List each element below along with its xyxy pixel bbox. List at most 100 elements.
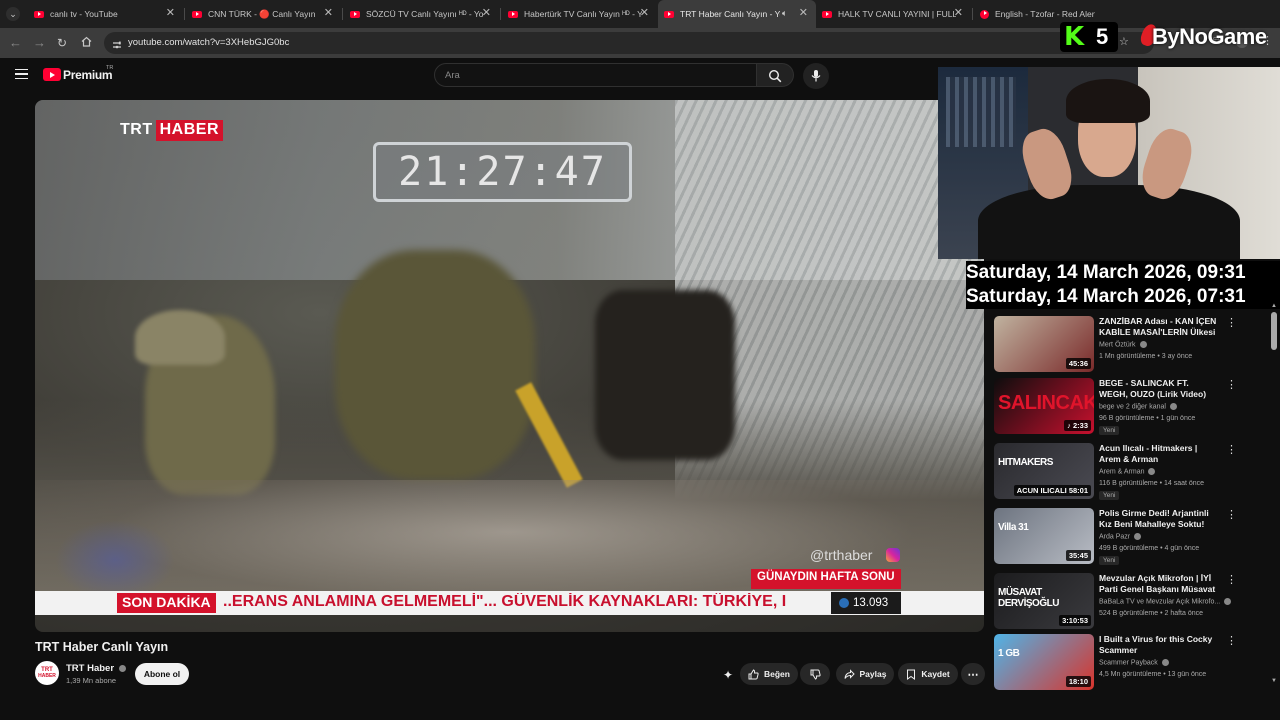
video-title: TRT Haber Canlı Yayın bbox=[35, 640, 169, 654]
search-button[interactable] bbox=[757, 63, 794, 87]
recommended-channel[interactable]: Mert Öztürk bbox=[1099, 341, 1147, 348]
recommended-video[interactable]: Villa 31 35:45 Polis Girme Dedi! Arjantinl… bbox=[994, 508, 1274, 568]
close-tab-icon[interactable]: ✕ bbox=[166, 8, 175, 19]
recommended-video-meta: 524 B görüntüleme • 2 hafta önce bbox=[1099, 610, 1204, 617]
video-thumbnail[interactable]: Villa 31 35:45 bbox=[994, 508, 1094, 564]
recommended-channel[interactable]: Arem & Arman bbox=[1099, 468, 1156, 475]
like-label: Beğen bbox=[764, 669, 790, 679]
more-actions-button[interactable]: ⋯ bbox=[961, 663, 985, 685]
browser-tab[interactable]: SÖZCÜ TV Canlı Yayını ᴴᴰ - You ✕ bbox=[344, 0, 499, 28]
recommended-video-title[interactable]: Mevzular Açık Mikrofon | İYİ Parti Genel… bbox=[1099, 573, 1217, 596]
verified-icon bbox=[1148, 468, 1156, 475]
video-player[interactable]: TRT HABER 21:27:47 @trthaber GÜNAYDIN HA… bbox=[35, 100, 984, 632]
forward-icon[interactable]: → bbox=[33, 35, 46, 51]
ticker-text: ..ERANS ANLAMINA GELMEMELİ"... GÜVENLİK … bbox=[223, 593, 787, 610]
browser-tab[interactable]: Habertürk TV Canlı Yayın ᴴᴰ - Yo ✕ bbox=[502, 0, 657, 28]
recommended-channel[interactable]: Scammer Payback bbox=[1099, 659, 1169, 666]
recommended-channel[interactable]: bege ve 2 diğer kanal bbox=[1099, 403, 1177, 410]
recommended-channel[interactable]: BaBaLa TV ve Mevzular Açık Mikrofo... bbox=[1099, 598, 1232, 605]
webcam-city-lights bbox=[946, 77, 1016, 147]
back-icon[interactable]: ← bbox=[9, 35, 22, 51]
search-icon bbox=[768, 69, 782, 83]
viewer-count-text: 13.093 bbox=[853, 597, 889, 609]
tab-separator bbox=[500, 8, 501, 20]
close-tab-icon[interactable]: ✕ bbox=[482, 8, 491, 19]
thumbs-down-icon bbox=[810, 669, 821, 680]
tab-separator bbox=[342, 8, 343, 20]
browser-tab[interactable]: canlı tv - YouTube ✕ bbox=[28, 0, 183, 28]
scroll-up-icon[interactable]: ▲ bbox=[1271, 303, 1277, 309]
recommended-video-title[interactable]: ZANZİBAR Adası - KAN İÇEN KABİLE MASAİ'L… bbox=[1099, 316, 1217, 339]
red-alert-favicon-icon bbox=[980, 9, 989, 19]
youtube-favicon-icon bbox=[350, 10, 360, 18]
recommended-video-title[interactable]: I Built a Virus for this Cocky Scammer bbox=[1099, 634, 1217, 656]
tab-title: CNN TÜRK - 🔴 Canlı Yayın bbox=[208, 8, 316, 19]
site-info-icon[interactable] bbox=[112, 37, 122, 55]
new-badge: Yeni bbox=[1099, 426, 1120, 435]
close-tab-icon[interactable]: ✕ bbox=[799, 8, 808, 19]
stream-datetime-overlay: Saturday, 14 March 2026, 09:31 Saturday,… bbox=[966, 261, 1280, 309]
reload-icon[interactable]: ↻ bbox=[57, 35, 67, 51]
video-thumbnail[interactable]: 45:36 bbox=[994, 316, 1094, 372]
search-input[interactable]: Ara bbox=[434, 63, 757, 87]
close-tab-icon[interactable]: ✕ bbox=[954, 8, 963, 19]
recommended-video[interactable]: HITMAKERS ACUN ILICALI 58:01 Acun Ilıcalı … bbox=[994, 443, 1274, 503]
recommended-video[interactable]: 1 GB 18:10 I Built a Virus for this Cocky … bbox=[994, 634, 1274, 694]
dislike-button[interactable] bbox=[800, 663, 830, 685]
datetime-line-1: Saturday, 14 March 2026, 09:31 bbox=[966, 262, 1246, 283]
youtube-logo-text[interactable]: Premium bbox=[63, 68, 113, 82]
tab-title: Habertürk TV Canlı Yayın ᴴᴰ - Yo bbox=[524, 9, 642, 19]
more-options-icon[interactable]: ⋮ bbox=[1226, 316, 1237, 329]
ai-sparkle-icon[interactable]: ✦ bbox=[723, 668, 733, 682]
tab-list-dropdown-icon[interactable]: ⌄ bbox=[6, 7, 20, 21]
scrollbar-thumb[interactable] bbox=[1271, 312, 1277, 350]
subscriber-count: 1,39 Mn abone bbox=[66, 676, 117, 685]
browser-tab[interactable]: CNN TÜRK - 🔴 Canlı Yayın ✕ bbox=[186, 0, 341, 28]
recommended-video[interactable]: SALINCAK ♪ 2:33 BEGE - SALINCAK FT. WEGH, … bbox=[994, 378, 1274, 438]
avatar-text-bottom: HABER bbox=[38, 673, 56, 679]
channel-name[interactable]: TRT Haber bbox=[66, 663, 126, 674]
thumbs-up-icon bbox=[748, 668, 759, 679]
browser-tab-active[interactable]: TRT Haber Canlı Yayın - You 🔈︎ ✕ bbox=[658, 0, 816, 28]
home-icon[interactable] bbox=[81, 35, 92, 51]
more-options-icon[interactable]: ⋮ bbox=[1226, 634, 1237, 647]
more-options-icon[interactable]: ⋮ bbox=[1226, 573, 1237, 586]
recommended-channel[interactable]: Arda Pazr bbox=[1099, 533, 1142, 540]
youtube-logo-icon[interactable] bbox=[43, 68, 61, 81]
share-button[interactable]: Paylaş bbox=[836, 663, 894, 685]
subscribe-button[interactable]: Abone ol bbox=[135, 663, 189, 685]
close-tab-icon[interactable]: ✕ bbox=[324, 8, 333, 19]
recommended-video-title[interactable]: BEGE - SALINCAK FT. WEGH, OUZO (Lirik Vi… bbox=[1099, 378, 1217, 400]
save-button[interactable]: Kaydet bbox=[898, 663, 958, 685]
like-button[interactable]: Beğen bbox=[740, 663, 798, 685]
video-duration: ACUN ILICALI 58:01 bbox=[1013, 485, 1091, 496]
more-options-icon[interactable]: ⋮ bbox=[1226, 443, 1237, 456]
tab-title: English - Tzofar - Red Alert bbox=[995, 9, 1095, 19]
scroll-down-icon[interactable]: ▼ bbox=[1271, 678, 1277, 684]
recommended-video-title[interactable]: Acun Ilıcalı - Hitmakers | Arem & Arman bbox=[1099, 443, 1217, 465]
browser-tab[interactable]: HALK TV CANLI YAYINI | FULL ✕ bbox=[816, 0, 971, 28]
more-options-icon[interactable]: ⋮ bbox=[1226, 508, 1237, 521]
video-thumbnail[interactable]: MÜSAVAT DERVİŞOĞLU 3:10:53 bbox=[994, 573, 1094, 629]
close-tab-icon[interactable]: ✕ bbox=[640, 8, 649, 19]
youtube-favicon-icon bbox=[192, 10, 202, 18]
speaker-icon[interactable]: 🔈︎ bbox=[782, 8, 787, 19]
video-thumbnail[interactable]: SALINCAK ♪ 2:33 bbox=[994, 378, 1094, 434]
hamburger-menu-icon[interactable] bbox=[15, 69, 28, 79]
recommended-video[interactable]: MÜSAVAT DERVİŞOĞLU 3:10:53 Mevzular Açık M… bbox=[994, 573, 1274, 633]
video-thumbnail[interactable]: HITMAKERS ACUN ILICALI 58:01 bbox=[994, 443, 1094, 499]
channel-avatar[interactable]: TRT HABER bbox=[35, 661, 59, 685]
kick-count: 5 bbox=[1096, 24, 1109, 49]
video-thumbnail[interactable]: 1 GB 18:10 bbox=[994, 634, 1094, 690]
recommended-video-meta: 96 B görüntüleme • 1 gün önce bbox=[1099, 415, 1196, 422]
video-duration: 35:45 bbox=[1065, 550, 1091, 561]
recommended-video-title[interactable]: Polis Girme Dedi! Arjantinli Kız Beni Ma… bbox=[1099, 508, 1217, 531]
thumbnail-text: 1 GB bbox=[998, 648, 1020, 659]
tab-separator bbox=[972, 8, 973, 20]
omnibox[interactable]: youtube.com/watch?v=3XHebGJG0bc bbox=[104, 32, 1154, 54]
more-options-icon[interactable]: ⋮ bbox=[1226, 378, 1237, 391]
recommendations-scrollbar[interactable]: ▲ ▼ bbox=[1271, 303, 1277, 690]
recommended-video-meta: 1 Mn görüntüleme • 3 ay önce bbox=[1099, 353, 1193, 360]
recommended-video[interactable]: 45:36 ZANZİBAR Adası - KAN İÇEN KABİLE MA… bbox=[994, 316, 1274, 376]
voice-search-button[interactable] bbox=[803, 63, 829, 89]
